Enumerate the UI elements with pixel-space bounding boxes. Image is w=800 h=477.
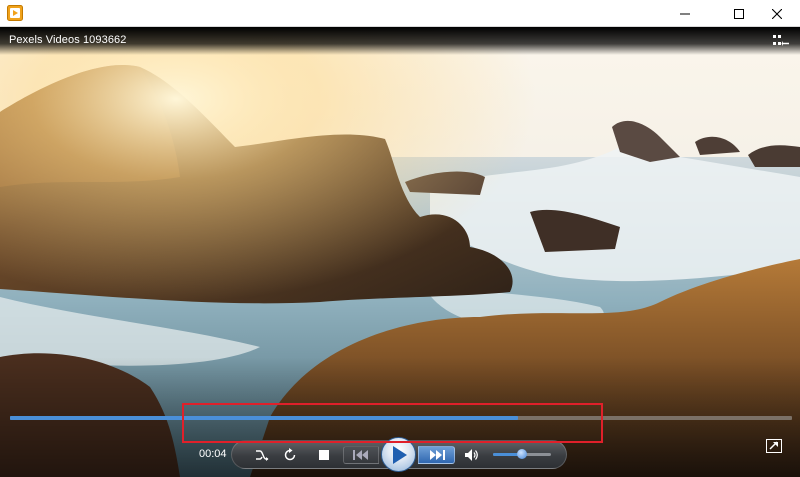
video-title: Pexels Videos 1093662 — [9, 34, 127, 46]
volume-icon — [465, 449, 478, 461]
stop-icon — [319, 450, 329, 460]
previous-button[interactable] — [343, 446, 379, 464]
shuffle-button[interactable] — [253, 446, 271, 464]
shuffle-icon — [256, 450, 269, 461]
minimize-button[interactable] — [662, 0, 708, 27]
next-icon — [429, 450, 445, 460]
elapsed-time: 00:04 — [199, 448, 227, 460]
media-player-icon — [7, 5, 23, 21]
next-button[interactable] — [418, 446, 455, 464]
close-icon — [772, 8, 782, 19]
title-bar — [0, 0, 800, 27]
close-button[interactable] — [754, 0, 800, 27]
controls-highlight-box — [182, 403, 603, 443]
fullscreen-icon[interactable] — [766, 439, 782, 453]
volume-slider[interactable] — [493, 449, 551, 459]
maximize-icon — [734, 8, 744, 19]
minimize-icon — [680, 13, 690, 14]
playlist-icon[interactable] — [772, 33, 790, 49]
video-top-bar: Pexels Videos 1093662 — [0, 27, 800, 55]
play-icon — [392, 445, 407, 464]
mute-button[interactable] — [463, 446, 481, 464]
repeat-button[interactable] — [281, 446, 299, 464]
volume-slider-thumb[interactable] — [517, 449, 527, 459]
repeat-icon — [284, 448, 296, 461]
previous-icon — [353, 450, 368, 460]
stop-button[interactable] — [315, 446, 333, 464]
